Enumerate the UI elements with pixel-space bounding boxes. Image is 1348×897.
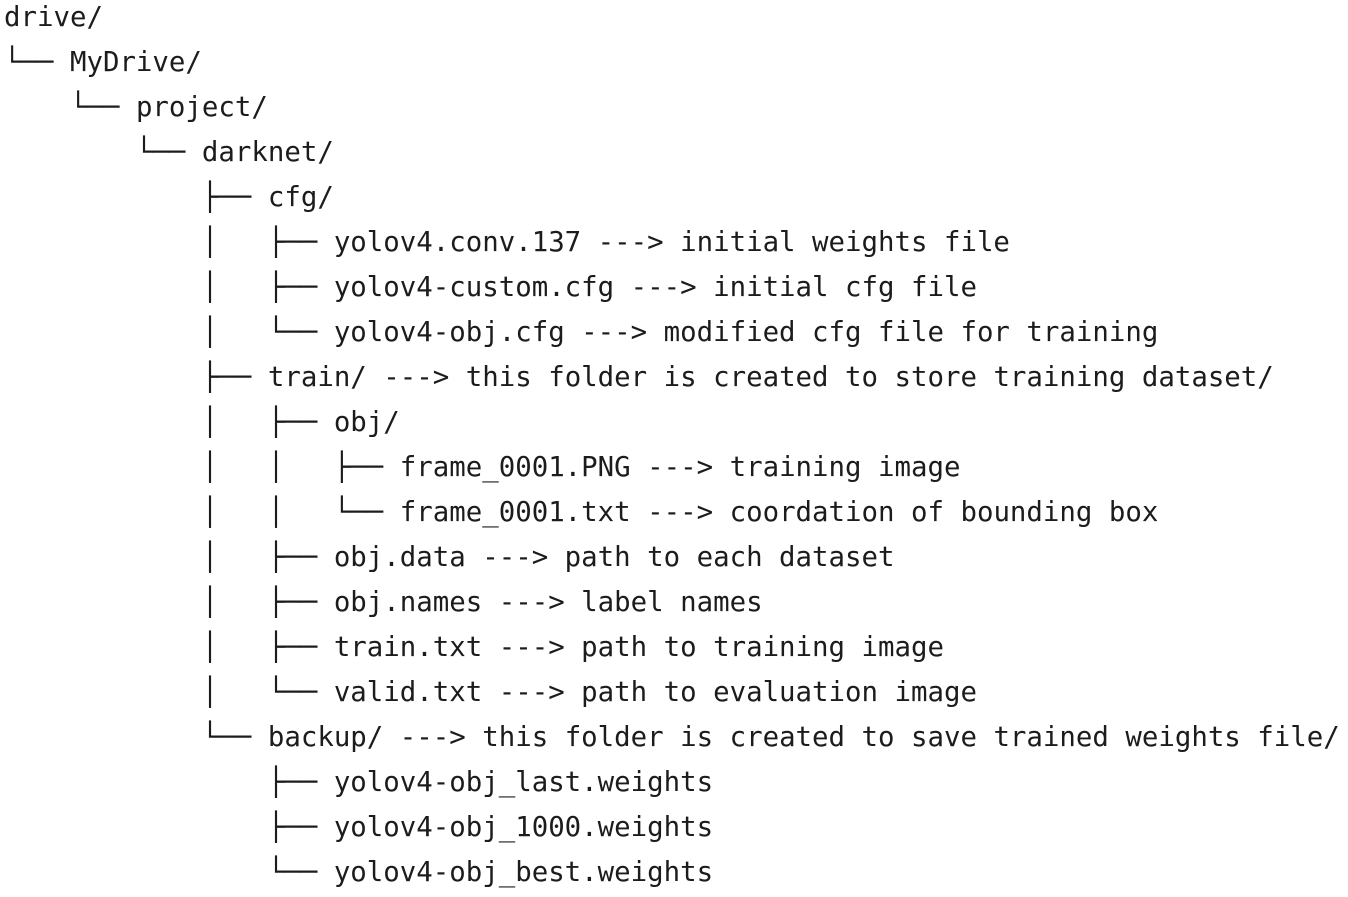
tree-line-train-txt: │ ├── train.txt ---> path to training im… — [4, 625, 1340, 670]
tree-entry: darknet/ — [201, 137, 334, 168]
tree-line-backup: └── backup/ ---> this folder is created … — [4, 715, 1340, 760]
tree-line-conv137: │ ├── yolov4.conv.137 ---> initial weigh… — [4, 220, 1340, 265]
tree-branch: │ │ └── — [4, 497, 400, 528]
tree-branch: │ ├── — [4, 272, 334, 303]
tree-entry: train.txt ---> path to training image — [333, 632, 944, 663]
tree-entry: valid.txt ---> path to evaluation image — [333, 677, 977, 708]
tree-line-obj-cfg: │ └── yolov4-obj.cfg ---> modified cfg f… — [4, 310, 1340, 355]
tree-entry: frame_0001.PNG ---> training image — [399, 452, 961, 483]
tree-line-1000-weights: ├── yolov4-obj_1000.weights — [4, 805, 1340, 850]
tree-branch: ├── — [4, 812, 334, 843]
directory-tree: drive/ └── MyDrive/ └── project/ └── dark… — [4, 0, 1340, 895]
tree-entry: yolov4-obj_1000.weights — [333, 812, 714, 843]
tree-line-mydrive: └── MyDrive/ — [4, 40, 1340, 85]
tree-line-obj-folder: │ ├── obj/ — [4, 400, 1340, 445]
tree-line-drive: drive/ — [4, 0, 1340, 40]
tree-entry: yolov4-obj.cfg ---> modified cfg file fo… — [333, 317, 1159, 348]
tree-branch: │ └── — [4, 677, 334, 708]
tree-line-obj-data: │ ├── obj.data ---> path to each dataset — [4, 535, 1340, 580]
tree-line-last-weights: ├── yolov4-obj_last.weights — [4, 760, 1340, 805]
tree-line-valid-txt: │ └── valid.txt ---> path to evaluation … — [4, 670, 1340, 715]
tree-entry: yolov4-obj_best.weights — [333, 857, 714, 888]
tree-entry: frame_0001.txt ---> coordation of boundi… — [399, 497, 1159, 528]
tree-entry: MyDrive/ — [69, 47, 202, 78]
tree-entry: obj.data ---> path to each dataset — [333, 542, 895, 573]
tree-line-project: └── project/ — [4, 85, 1340, 130]
tree-entry: drive/ — [4, 2, 103, 33]
tree-branch: │ ├── — [4, 542, 334, 573]
tree-branch: │ ├── — [4, 227, 334, 258]
tree-entry: project/ — [135, 92, 268, 123]
tree-branch: │ ├── — [4, 407, 334, 438]
tree-branch: └── — [4, 92, 136, 123]
tree-branch: ├── — [4, 182, 268, 213]
tree-branch: └── — [4, 137, 202, 168]
tree-branch: │ │ ├── — [4, 452, 400, 483]
tree-line-darknet: └── darknet/ — [4, 130, 1340, 175]
tree-entry: backup/ ---> this folder is created to s… — [267, 722, 1340, 753]
tree-entry: train/ ---> this folder is created to st… — [267, 362, 1274, 393]
tree-line-obj-names: │ ├── obj.names ---> label names — [4, 580, 1340, 625]
tree-line-cfg: ├── cfg/ — [4, 175, 1340, 220]
tree-branch: ├── — [4, 767, 334, 798]
tree-entry: cfg/ — [267, 182, 334, 213]
tree-branch: └── — [4, 857, 334, 888]
tree-line-train: ├── train/ ---> this folder is created t… — [4, 355, 1340, 400]
tree-branch: └── — [4, 722, 268, 753]
tree-line-best-weights: └── yolov4-obj_best.weights — [4, 850, 1340, 895]
tree-branch: │ └── — [4, 317, 334, 348]
tree-line-frame-png: │ │ ├── frame_0001.PNG ---> training ima… — [4, 445, 1340, 490]
tree-entry: yolov4-custom.cfg ---> initial cfg file — [333, 272, 977, 303]
tree-entry: yolov4-obj_last.weights — [333, 767, 714, 798]
tree-entry: yolov4.conv.137 ---> initial weights fil… — [333, 227, 1010, 258]
tree-branch: ├── — [4, 362, 268, 393]
tree-line-custom-cfg: │ ├── yolov4-custom.cfg ---> initial cfg… — [4, 265, 1340, 310]
tree-line-frame-txt: │ │ └── frame_0001.txt ---> coordation o… — [4, 490, 1340, 535]
tree-branch: └── — [4, 47, 70, 78]
tree-entry: obj.names ---> label names — [333, 587, 763, 618]
tree-entry: obj/ — [333, 407, 400, 438]
tree-branch: │ ├── — [4, 587, 334, 618]
tree-branch: │ ├── — [4, 632, 334, 663]
